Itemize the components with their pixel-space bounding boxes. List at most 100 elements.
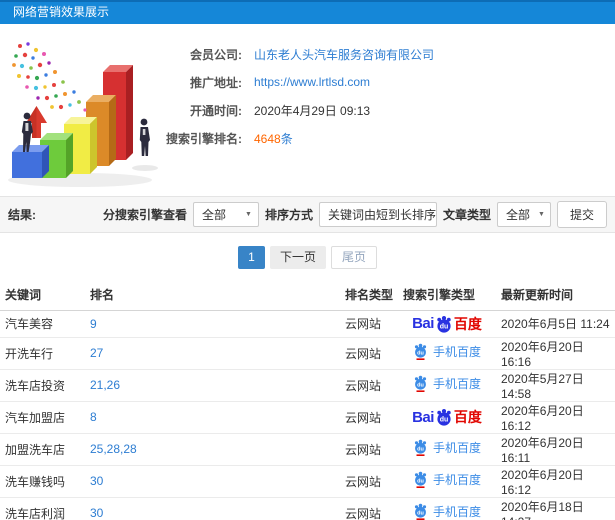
header-rank-type: 排名类型: [340, 279, 398, 311]
rank-type-cell: 云网站: [340, 337, 398, 370]
mobile-baidu-label: 手机百度: [432, 505, 481, 519]
table-row: 汽车加盟店 8 云网站 Bai du 百度 2020年6月20日 16:12: [0, 401, 615, 434]
header-keyword: 关键词: [0, 279, 85, 311]
filter-bar: 结果: 分搜索引擎查看 全部 ▼ 排序方式 关键词由短到长排序 ▼ 文章类型 全…: [0, 196, 615, 233]
company-link[interactable]: 山东老人头汽车服务咨询有限公司: [254, 46, 434, 63]
rank-count: 4648: [254, 131, 281, 146]
mobile-baidu-paw-icon: du: [414, 343, 427, 360]
mobile-baidu-paw-icon: du: [414, 375, 427, 392]
updated-cell: 2020年6月20日 16:11: [496, 433, 615, 466]
open-time-label: 开通时间:: [190, 103, 242, 118]
rank-cell[interactable]: 9: [85, 310, 340, 338]
rank-cell[interactable]: 8: [85, 401, 340, 434]
svg-text:du: du: [440, 323, 449, 330]
engine-cell: du 手机百度: [398, 497, 496, 520]
engine-cell: du 手机百度: [398, 369, 496, 402]
pagination: 1 下一页 尾页: [0, 233, 615, 279]
updated-cell: 2020年6月5日 11:24: [496, 310, 615, 338]
open-time-row: 开通时间: 2020年4月29日 09:13: [150, 96, 434, 124]
engine-filter-value: 全部: [201, 208, 226, 222]
top-section: 会员公司: 山东老人头汽车服务咨询有限公司 推广地址: https://www.…: [0, 24, 615, 196]
mobile-baidu-logo: du 手机百度: [413, 471, 481, 488]
chevron-down-icon: ▼: [538, 211, 545, 218]
baidu-paw-icon: du: [437, 315, 451, 333]
company-info-panel: 会员公司: 山东老人头汽车服务咨询有限公司 推广地址: https://www.…: [150, 40, 434, 152]
table-header-row: 关键词 排名 排名类型 搜索引擎类型 最新更新时间: [0, 279, 615, 311]
page-button-current[interactable]: 1: [237, 246, 265, 269]
header-rank: 排名: [85, 279, 340, 311]
keyword-cell: 洗车店利润: [0, 497, 85, 520]
sort-filter-select[interactable]: 关键词由短到长排序 ▼: [318, 202, 451, 227]
page-title: 网络营销效果展示: [13, 5, 110, 19]
table-row: 洗车店利润 30 云网站 du 手机百度 2020年6月18日 14:27: [0, 497, 615, 520]
mobile-baidu-logo: du 手机百度: [413, 375, 481, 392]
results-section-label: 结果:: [8, 208, 36, 222]
rank-cell[interactable]: 30: [85, 497, 340, 520]
article-type-value: 全部: [505, 208, 530, 222]
mobile-baidu-logo: du 手机百度: [413, 503, 481, 520]
chevron-down-icon: ▼: [245, 211, 252, 218]
article-type-label: 文章类型: [442, 208, 491, 222]
confetti-dots: [12, 42, 87, 112]
engine-rank-label: 搜索引擎排名:: [166, 131, 242, 146]
engine-filter-label: 分搜索引擎查看: [102, 208, 187, 222]
bar-blue: [12, 145, 49, 178]
updated-cell: 2020年6月18日 14:27: [496, 497, 615, 520]
rank-type-cell: 云网站: [340, 465, 398, 498]
mobile-baidu-label: 手机百度: [432, 441, 481, 455]
table-row: 洗车店投资 21,26 云网站 du 手机百度 2020年5月27日 14:58: [0, 369, 615, 402]
table-row: 汽车美容 9 云网站 Bai du 百度 2020年6月5日 11:24: [0, 310, 615, 338]
company-label: 会员公司:: [190, 47, 242, 62]
rank-cell[interactable]: 25,28,28: [85, 433, 340, 466]
svg-text:du: du: [417, 478, 424, 484]
promo-url-label: 推广地址:: [190, 75, 242, 90]
rank-cell[interactable]: 21,26: [85, 369, 340, 402]
page-header: 网络营销效果展示: [0, 0, 615, 24]
mobile-baidu-paw-icon: du: [414, 503, 427, 520]
engine-cell: du 手机百度: [398, 465, 496, 498]
page-button-last[interactable]: 尾页: [331, 246, 378, 269]
rank-type-cell: 云网站: [340, 369, 398, 402]
results-table-body: 汽车美容 9 云网站 Bai du 百度 2020年6月5日 11:24 开洗车…: [0, 310, 615, 520]
baidu-logo: Bai du 百度: [412, 407, 482, 427]
page-button-next[interactable]: 下一页: [269, 246, 326, 269]
mobile-baidu-paw-icon: du: [414, 471, 427, 488]
rank-cell[interactable]: 30: [85, 465, 340, 498]
keyword-cell: 开洗车行: [0, 337, 85, 370]
keyword-cell: 洗车赚钱吗: [0, 465, 85, 498]
engine-cell: du 手机百度: [398, 433, 496, 466]
rank-type-cell: 云网站: [340, 497, 398, 520]
article-type-select[interactable]: 全部 ▼: [496, 202, 551, 227]
keyword-cell: 汽车加盟店: [0, 401, 85, 434]
header-engine-type: 搜索引擎类型: [398, 279, 496, 311]
updated-cell: 2020年6月20日 16:12: [496, 401, 615, 434]
rank-unit: 条: [280, 131, 293, 146]
rank-cell[interactable]: 27: [85, 337, 340, 370]
baidu-logo: Bai du 百度: [412, 314, 482, 334]
engine-rank-value: 4648条: [254, 130, 293, 147]
engine-rank-row: 搜索引擎排名: 4648条: [150, 124, 434, 152]
svg-text:du: du: [440, 416, 449, 423]
bar-chart-illustration: [8, 42, 158, 187]
promo-url-link[interactable]: https://www.lrtlsd.com: [254, 75, 370, 89]
businessman-right: [139, 118, 150, 156]
sort-filter-value: 关键词由短到长排序: [327, 208, 436, 222]
baidu-logo-text-cn: 百度: [453, 409, 482, 425]
baidu-paw-icon: du: [437, 409, 451, 426]
sort-filter-label: 排序方式: [264, 208, 313, 222]
svg-text:du: du: [417, 350, 424, 356]
baidu-logo-text-en: Bai: [412, 408, 434, 426]
mobile-baidu-label: 手机百度: [432, 473, 481, 487]
updated-cell: 2020年5月27日 14:58: [496, 369, 615, 402]
keyword-cell: 汽车美容: [0, 310, 85, 338]
submit-button[interactable]: 提交: [556, 201, 607, 228]
mobile-baidu-logo: du 手机百度: [413, 439, 481, 456]
filter-controls: 分搜索引擎查看 全部 ▼ 排序方式 关键词由短到长排序 ▼ 文章类型 全部 ▼ …: [103, 201, 607, 228]
rank-type-cell: 云网站: [340, 310, 398, 338]
keyword-cell: 加盟洗车店: [0, 433, 85, 466]
mobile-baidu-logo: du 手机百度: [413, 343, 481, 360]
baidu-logo-text-cn: 百度: [453, 315, 482, 332]
open-time-value: 2020年4月29日 09:13: [254, 103, 371, 118]
updated-cell: 2020年6月20日 16:12: [496, 465, 615, 498]
engine-filter-select[interactable]: 全部 ▼: [192, 202, 259, 227]
